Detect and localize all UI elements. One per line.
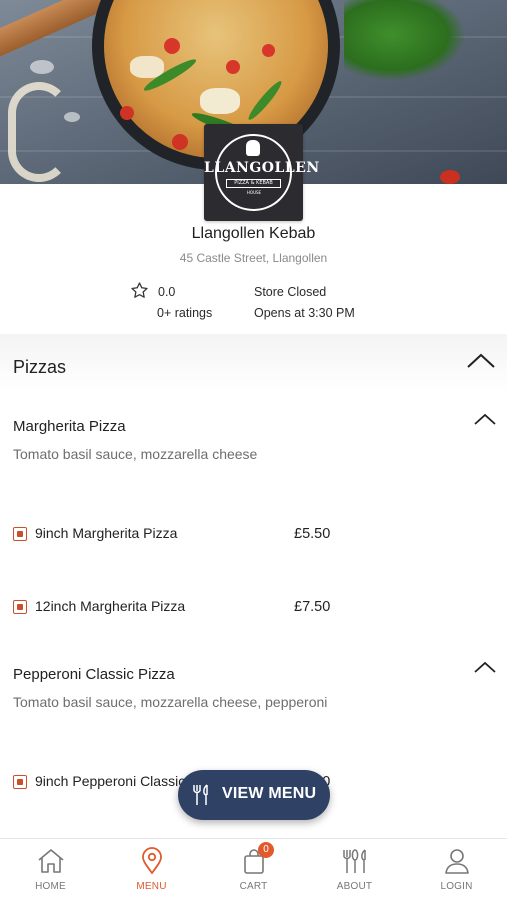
opening-time: Opens at 3:30 PM <box>254 306 355 320</box>
store-address: 45 Castle Street, Llangollen <box>179 251 328 265</box>
nav-home-label: HOME <box>35 881 66 892</box>
category-title: Pizzas <box>13 357 67 377</box>
store-status: Store Closed <box>254 285 327 299</box>
nav-about-label: ABOUT <box>336 881 373 892</box>
option-price: £5.50 <box>294 526 331 542</box>
bottom-navigation: HOME MENU CART 0 ABOUT LOGIN <box>0 838 507 900</box>
cart-count-badge: 0 <box>258 842 274 858</box>
herbs-image <box>344 0 464 80</box>
view-menu-button[interactable]: VIEW MENU <box>178 770 330 820</box>
nav-menu[interactable]: MENU <box>101 839 202 900</box>
star-icon <box>130 281 149 300</box>
chevron-up-icon[interactable] <box>473 412 497 426</box>
dough-image <box>8 82 70 182</box>
option-label[interactable]: 12inch Margherita Pizza <box>35 598 185 614</box>
user-icon <box>442 846 472 876</box>
chevron-up-icon[interactable] <box>473 660 497 674</box>
rating-value: 0.0 <box>158 285 176 299</box>
nav-cart[interactable]: CART <box>203 839 304 900</box>
option-price: £7.50 <box>294 599 331 615</box>
option-marker[interactable] <box>13 775 27 789</box>
location-pin-icon <box>137 846 167 876</box>
item-title[interactable]: Pepperoni Classic Pizza <box>13 666 175 683</box>
nav-login[interactable]: LOGIN <box>406 839 507 900</box>
chevron-up-icon[interactable] <box>466 352 496 370</box>
view-menu-label: VIEW MENU <box>222 785 317 802</box>
item-title[interactable]: Margherita Pizza <box>13 418 126 435</box>
cutlery-icon <box>192 784 212 806</box>
cutlery-icon <box>340 846 370 876</box>
nav-login-label: LOGIN <box>440 881 473 892</box>
store-logo: LLANGOLLEN PIZZA & KEBAB HOUSE <box>204 124 319 221</box>
nav-cart-label: CART <box>239 881 268 892</box>
option-marker[interactable] <box>13 600 27 614</box>
option-marker[interactable] <box>13 527 27 541</box>
option-label[interactable]: 9inch Margherita Pizza <box>35 525 177 541</box>
nav-home[interactable]: HOME <box>0 839 101 900</box>
nav-about[interactable]: ABOUT <box>304 839 405 900</box>
item-description: Tomato basil sauce, mozzarella cheese, p… <box>13 694 328 710</box>
home-icon <box>36 846 66 876</box>
item-description: Tomato basil sauce, mozzarella cheese <box>13 446 258 462</box>
ratings-count: 0+ ratings <box>157 306 213 320</box>
category-header[interactable] <box>0 334 507 392</box>
nav-menu-label: MENU <box>136 881 167 892</box>
store-name: Llangollen Kebab <box>191 225 316 242</box>
